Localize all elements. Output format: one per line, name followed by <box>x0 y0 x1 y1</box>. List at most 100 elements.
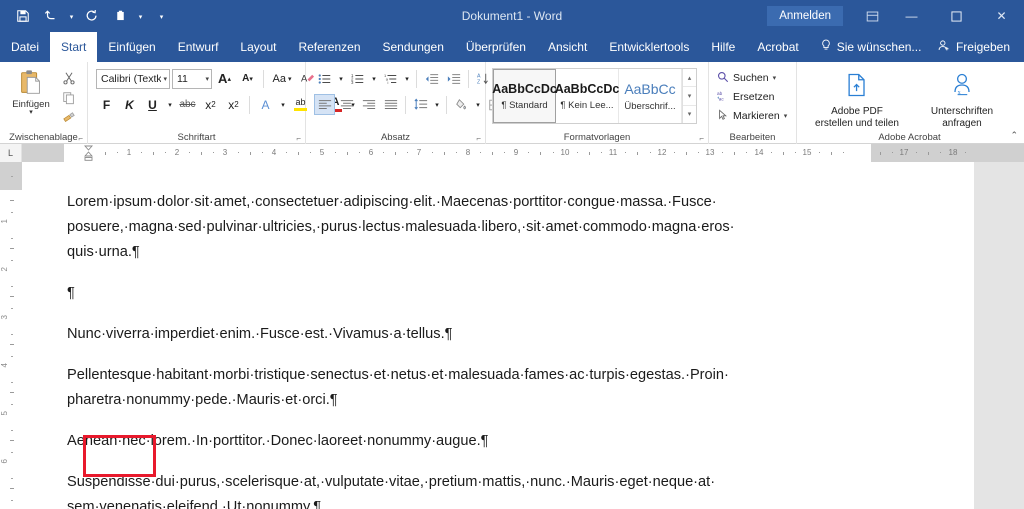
replace-button[interactable]: ab ac Ersetzen <box>715 88 792 106</box>
italic-button[interactable]: K <box>119 94 140 115</box>
collapse-ribbon-icon[interactable]: ⌃ <box>1010 130 1018 141</box>
styles-scroll-down-icon[interactable]: ▾ <box>683 87 696 106</box>
shrink-font-button[interactable]: A ▾ <box>237 68 258 89</box>
save-icon[interactable] <box>10 4 36 28</box>
undo-dropdown-icon[interactable]: ▾ <box>66 4 77 28</box>
multilevel-list-dropdown-icon[interactable]: ▾ <box>402 68 412 89</box>
increase-indent-button[interactable] <box>443 68 464 89</box>
paragraph-group-label: Absatz ⌐ <box>380 131 481 144</box>
multilevel-list-button[interactable]: 1 a i <box>380 68 401 89</box>
line-spacing-dropdown-icon[interactable]: ▾ <box>432 94 442 115</box>
justify-button[interactable] <box>380 94 401 115</box>
tab-entwicklertools[interactable]: Entwicklertools <box>598 32 700 62</box>
touch-mode-icon[interactable] <box>107 4 133 28</box>
cut-button[interactable] <box>59 69 79 87</box>
superscript-button[interactable]: x2 <box>223 94 244 115</box>
font-size-dropdown-icon[interactable]: ▾ <box>203 75 209 83</box>
change-case-button[interactable]: Aa ▾ <box>269 68 295 89</box>
copy-button[interactable] <box>59 89 79 107</box>
line-spacing-button[interactable] <box>410 94 431 115</box>
tab-start[interactable]: Start <box>50 32 98 62</box>
paste-dropdown-icon[interactable]: ▾ <box>29 109 33 116</box>
tab-hilfe[interactable]: Hilfe <box>700 32 746 62</box>
font-size-box[interactable]: 11 ▾ <box>172 68 212 89</box>
tab-entwurf[interactable]: Entwurf <box>167 32 230 62</box>
find-button[interactable]: Suchen ▾ <box>715 69 792 87</box>
paragraph-6[interactable]: Suspendisse·dui·purus,·scelerisque·at,·v… <box>67 470 887 509</box>
paragraph-4[interactable]: Pellentesque·habitant·morbi·tristique·se… <box>67 363 887 413</box>
subscript-button[interactable]: x2 <box>200 94 221 115</box>
undo-icon[interactable] <box>38 4 64 28</box>
ruler-tick-15: 15 <box>802 147 812 157</box>
bullet-list-dropdown-icon[interactable]: ▾ <box>336 68 346 89</box>
create-share-pdf-button[interactable]: Adobe PDF erstellen und teilen <box>805 68 910 130</box>
grow-font-button[interactable]: A ▴ <box>214 68 235 89</box>
font-name-dropdown-icon[interactable]: ▾ <box>161 75 167 83</box>
select-dropdown-icon[interactable]: ▾ <box>784 112 788 120</box>
touch-mode-dropdown-icon[interactable]: ▾ <box>135 4 146 28</box>
sign-in-button[interactable]: Anmelden <box>767 6 843 26</box>
tab-acrobat[interactable]: Acrobat <box>746 32 809 62</box>
style-standard[interactable]: AaBbCcDc ¶ Standard <box>492 69 557 123</box>
tab-ansicht[interactable]: Ansicht <box>537 32 598 62</box>
share-button[interactable]: Freigeben <box>929 39 1024 55</box>
style-kein-leerraum[interactable]: AaBbCcDc ¶ Kein Lee... <box>555 69 619 123</box>
numbered-list-button[interactable]: 1 2 3 <box>347 68 368 89</box>
paragraph-3[interactable]: Nunc·viverra·imperdiet·enim.·Fusce·est.·… <box>67 322 887 347</box>
styles-dialog-launcher-icon[interactable]: ⌐ <box>699 134 704 143</box>
font-name-box[interactable]: Calibri (Textk ▾ <box>96 68 170 89</box>
minimize-button[interactable]: — <box>889 0 934 32</box>
paragraph-dialog-launcher-icon[interactable]: ⌐ <box>476 134 481 143</box>
paragraph-1-line-1: Lorem·ipsum·dolor·sit·amet,·consectetuer… <box>67 194 717 210</box>
bold-button[interactable]: F <box>96 94 117 115</box>
numbered-list-dropdown-icon[interactable]: ▾ <box>369 68 379 89</box>
styles-scroll-up-icon[interactable]: ▴ <box>683 69 696 88</box>
indent-markers[interactable] <box>84 145 93 161</box>
tab-ueberpruefen[interactable]: Überprüfen <box>455 32 537 62</box>
ruler-track[interactable]: 1 2 3 4 5 6 7 8 9 10 11 12 13 14 15 17 1… <box>22 143 1024 162</box>
ribbon-display-options-icon[interactable] <box>855 0 889 32</box>
font-dialog-launcher-icon[interactable]: ⌐ <box>296 134 301 143</box>
paste-button[interactable]: Einfügen ▾ <box>5 66 57 116</box>
paragraph-6-line-1: Suspendisse·dui·purus,·scelerisque·at,·v… <box>67 474 716 490</box>
tab-stop-selector[interactable]: L <box>0 143 22 162</box>
redo-icon[interactable] <box>79 4 105 28</box>
vertical-ruler[interactable]: 1 2 3 4 5 6 <box>0 162 22 509</box>
tab-referenzen[interactable]: Referenzen <box>287 32 371 62</box>
paragraph-1-line-2: posuere,·magna·sed·pulvinar·ultricies,·p… <box>67 219 735 235</box>
shading-dropdown-icon[interactable]: ▾ <box>473 94 483 115</box>
shading-button[interactable] <box>451 94 472 115</box>
close-button[interactable]: ✕ <box>979 0 1024 32</box>
find-dropdown-icon[interactable]: ▾ <box>773 74 777 82</box>
maximize-button[interactable] <box>934 0 979 32</box>
font-separator-1 <box>263 69 264 88</box>
paragraph-1[interactable]: Lorem·ipsum·dolor·sit·amet,·consectetuer… <box>67 190 887 265</box>
tell-me-box[interactable]: Sie wünschen... <box>810 32 932 62</box>
strikethrough-button[interactable]: abc <box>177 94 198 115</box>
request-signatures-button[interactable]: x Unterschriften anfragen <box>910 68 1015 130</box>
paragraph-2-empty[interactable]: ¶ <box>67 281 887 306</box>
align-center-button[interactable] <box>336 94 357 115</box>
underline-button[interactable]: U <box>142 94 163 115</box>
tab-layout[interactable]: Layout <box>229 32 287 62</box>
underline-dropdown-icon[interactable]: ▾ <box>165 94 175 115</box>
paragraph-5[interactable]: Aenean·nec·lorem.·In·porttitor.·Donec·la… <box>67 429 887 454</box>
format-painter-button[interactable] <box>59 109 79 127</box>
style-ueberschrift[interactable]: AaBbCc Überschrif... <box>619 69 682 123</box>
tab-einfuegen[interactable]: Einfügen <box>97 32 166 62</box>
document-page[interactable]: Lorem·ipsum·dolor·sit·amet,·consectetuer… <box>22 162 974 509</box>
tab-sendungen[interactable]: Sendungen <box>372 32 455 62</box>
select-button[interactable]: Markieren ▾ <box>715 107 792 125</box>
qat-customize-icon[interactable]: ▾ <box>156 4 167 28</box>
document-body[interactable]: Lorem·ipsum·dolor·sit·amet,·consectetuer… <box>67 190 887 509</box>
text-effects-dropdown-icon[interactable]: ▾ <box>278 94 288 115</box>
bullet-list-button[interactable] <box>314 68 335 89</box>
styles-more-icon[interactable]: ▾ <box>683 106 696 123</box>
text-effects-button[interactable]: A <box>255 94 276 115</box>
tab-datei[interactable]: Datei <box>0 32 50 62</box>
ribbon: Einfügen ▾ Zwischenablage ⌐ Calibri (Tex… <box>0 62 1024 144</box>
clipboard-dialog-launcher-icon[interactable]: ⌐ <box>78 134 83 143</box>
align-left-button[interactable] <box>314 94 335 115</box>
align-right-button[interactable] <box>358 94 379 115</box>
decrease-indent-button[interactable] <box>421 68 442 89</box>
